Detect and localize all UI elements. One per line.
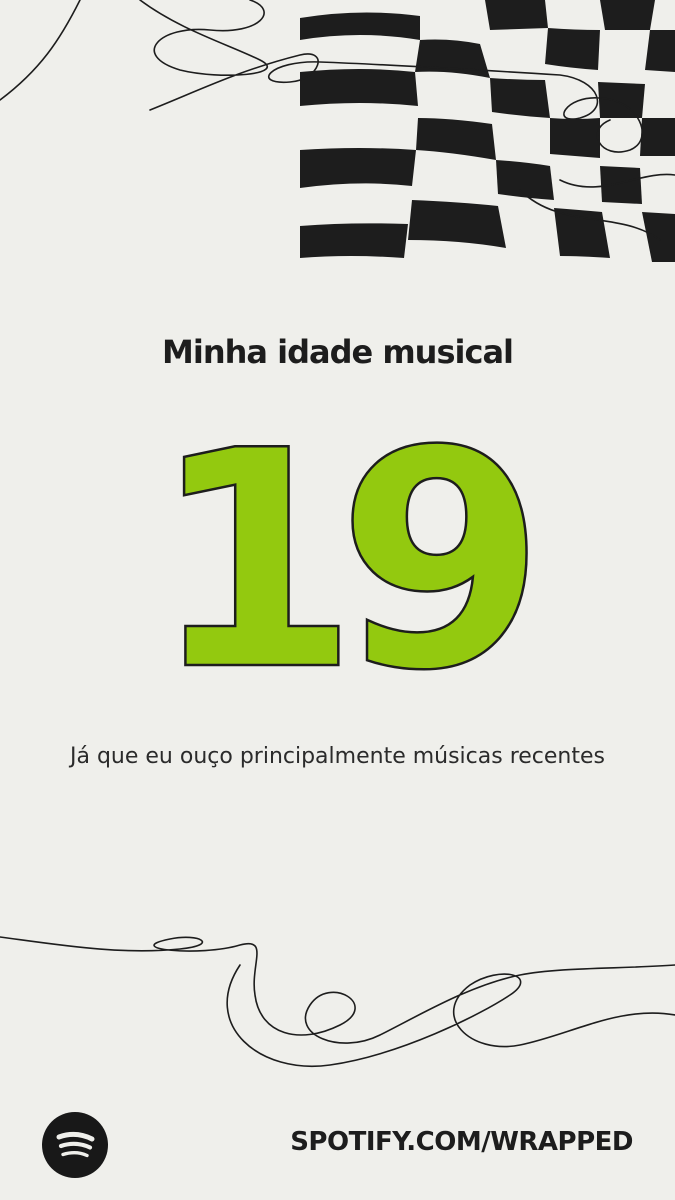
scribble-line-top: [0, 0, 675, 241]
scribble-line-bottom: [0, 936, 675, 1068]
page-title: Minha idade musical: [162, 333, 514, 371]
music-age-value: 19: [150, 395, 529, 715]
wrapped-url-link[interactable]: SPOTIFY.COM/WRAPPED: [290, 1127, 633, 1157]
spotify-logo[interactable]: [42, 1112, 108, 1178]
age-explanation-text: Já que eu ouço principalmente músicas re…: [70, 744, 605, 769]
music-age-number: 19: [149, 395, 552, 715]
wrapped-story-card: Minha idade musical 19 Já que eu ouço pr…: [0, 0, 675, 1200]
spotify-logo-icon: [56, 1131, 95, 1158]
